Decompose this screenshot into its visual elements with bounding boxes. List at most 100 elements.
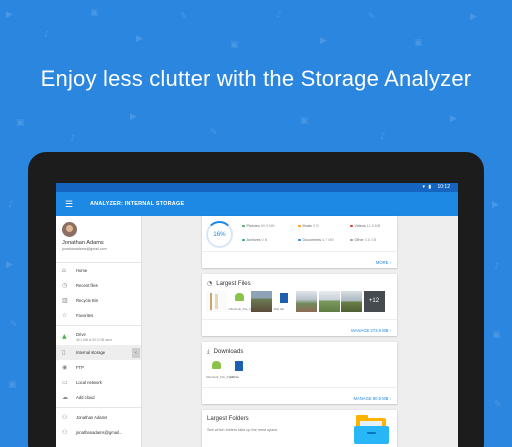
nav-item-label: FTP <box>76 365 84 370</box>
legend-item-documents[interactable]: Documents4.7 MB <box>298 238 334 242</box>
nav-item-label: Recent files <box>76 283 98 288</box>
photo-thumbnail[interactable] <box>318 291 340 312</box>
divider <box>56 407 141 408</box>
file-name: Skill.dat <box>273 306 285 311</box>
nav-item-label: Drive <box>76 331 86 337</box>
photo-thumbnail[interactable] <box>251 291 272 312</box>
hamburger-menu-icon[interactable]: ☰ <box>58 199 80 210</box>
nav-item-label: Jonathan Adams <box>76 415 108 420</box>
user-email: jonathanadams@gmail.com <box>62 247 107 251</box>
download-icon: ⤓ <box>207 348 210 355</box>
clock-icon: ◷ <box>62 282 68 289</box>
status-bar: ▾ ▮ 10:12 <box>56 183 458 192</box>
file-thumbnail[interactable]: Skill.dat <box>229 359 250 380</box>
storage-usage-ring: 16% <box>206 221 233 248</box>
nav-item-label: Local network <box>76 380 102 385</box>
file-thumbnail[interactable]: Skill.dat <box>274 291 295 312</box>
nav-item-account-name[interactable]: ⚇ Jonathan Adams <box>56 410 141 425</box>
legend-dot <box>350 224 353 228</box>
drawer-collapse-handle[interactable]: ‹ <box>132 348 140 358</box>
nav-item-internal-storage[interactable]: ▯ Internal storage ‹ <box>56 345 141 360</box>
file-thumbnail[interactable]: Oflexbuilt_File_6_218... <box>206 359 238 380</box>
legend-item-music[interactable]: Music0 B <box>298 224 319 228</box>
app-bar: ☰ ANALYZER: INTERNAL STORAGE <box>56 192 458 216</box>
manage-label: MANAGE 80.9 MB <box>353 396 389 401</box>
nav-item-account-email[interactable]: ⚇ jonathanadams@gmail... <box>56 425 141 440</box>
status-icons: ▾ ▮ <box>422 184 433 190</box>
app-screen: ▾ ▮ 10:12 ☰ ANALYZER: INTERNAL STORAGE J… <box>56 183 458 447</box>
nav-item-label: Internal storage <box>76 350 106 355</box>
legend-value: 69.9 MB <box>260 224 275 228</box>
storage-summary-card: 16% Pictures69.9 MB Music0 B Videos11.8 … <box>202 216 397 268</box>
legend-dot <box>350 238 353 242</box>
nav-item-add-cloud[interactable]: ☁ Add cloud <box>56 390 141 405</box>
downloads-card: ⤓ Downloads Oflexbuilt_File_6_218... Ski… <box>202 342 397 404</box>
chevron-right-icon: › <box>389 328 391 333</box>
downloads-thumbnails: Oflexbuilt_File_6_218... Skill.dat <box>206 359 251 380</box>
downloads-title: Downloads <box>213 349 244 355</box>
legend-value: 4.7 MB <box>322 238 334 242</box>
legend-dot <box>298 238 301 242</box>
nav-item-ftp[interactable]: ◉ FTP <box>56 360 141 375</box>
file-thumbnail[interactable] <box>206 291 227 312</box>
cloud-add-icon: ☁ <box>62 394 68 401</box>
divider <box>202 319 397 320</box>
manage-downloads-button[interactable]: MANAGE 80.9 MB › <box>354 396 392 401</box>
card-title: ◔ Largest Files <box>207 280 392 287</box>
largest-files-thumbnails: Oflexbuilt_File_6_218... Skill.dat +12 <box>206 291 386 312</box>
legend-label: Other <box>354 238 364 242</box>
avatar[interactable] <box>62 222 77 237</box>
divider <box>202 251 397 252</box>
navigation-drawer: Jonathan Adams jonathanadams@gmail.com ⌂… <box>56 216 142 447</box>
legend-dot <box>298 224 301 228</box>
manage-largest-files-button[interactable]: MANAGE 273.9 MB › <box>351 328 391 333</box>
largest-files-title: Largest Files <box>216 280 251 287</box>
folder-front <box>354 426 389 444</box>
nav-item-home[interactable]: ⌂ Home <box>56 263 141 278</box>
legend-value: 0 B <box>261 238 268 242</box>
legend-value: 3.6 GB <box>364 238 377 242</box>
account-icon: ⚇ <box>62 414 68 421</box>
ftp-icon: ◉ <box>62 364 68 371</box>
nav-item-favorites[interactable]: ☆ Favorites <box>56 308 141 323</box>
file-thumbnail[interactable]: Oflexbuilt_File_6_218... <box>229 291 260 312</box>
nav-item-drive[interactable]: ▲ Drive 46.1 MB of 30.0 GB used <box>56 328 141 345</box>
nav-item-label: Home <box>76 268 88 273</box>
promo-headline: Enjoy less clutter with the Storage Anal… <box>40 66 472 91</box>
android-icon <box>212 361 221 369</box>
photo-thumbnail[interactable] <box>341 291 362 312</box>
legend-item-other[interactable]: Other3.6 GB <box>350 238 376 242</box>
nav-item-recent-files[interactable]: ◷ Recent files <box>56 278 141 293</box>
largest-files-icon: ◔ <box>207 280 213 287</box>
trash-icon: ▥ <box>62 297 68 304</box>
chevron-right-icon: › <box>389 396 391 401</box>
home-icon: ⌂ <box>62 267 66 274</box>
phone-icon: ▯ <box>62 349 66 356</box>
photo-thumbnail[interactable] <box>296 291 317 312</box>
nav-item-recycle-bin[interactable]: ▥ Recycle Bin <box>56 293 141 308</box>
document-icon <box>234 361 243 371</box>
divider <box>202 387 397 388</box>
analyzer-content: 16% Pictures69.9 MB Music0 B Videos11.8 … <box>142 216 458 447</box>
chevron-right-icon: › <box>389 260 391 265</box>
drive-text: Drive 46.1 MB of 30.0 GB used <box>76 332 112 342</box>
android-icon <box>234 293 244 301</box>
nav-item-label: Add cloud <box>76 395 95 400</box>
file-name: Oflexbuilt_File_6_218... <box>206 374 238 379</box>
legend-value: 0 B <box>313 224 319 228</box>
legend-label: Archives <box>246 238 261 242</box>
more-button[interactable]: MORE › <box>376 260 391 265</box>
user-name: Jonathan Adams <box>62 240 104 246</box>
nav-item-label: jonathanadams@gmail... <box>76 430 123 435</box>
drive-icon: ▲ <box>62 333 67 340</box>
status-time: 10:12 <box>437 184 450 190</box>
legend-item-videos[interactable]: Videos11.8 MB <box>350 224 380 228</box>
account-icon: ⚇ <box>62 429 68 436</box>
photo-thumbnail[interactable]: +12 <box>363 291 385 312</box>
network-icon: ▭ <box>62 379 68 386</box>
legend-item-pictures[interactable]: Pictures69.9 MB <box>242 224 275 228</box>
more-files-count: +12 <box>363 291 385 312</box>
legend-item-archives[interactable]: Archives0 B <box>242 238 267 242</box>
nav-item-local-network[interactable]: ▭ Local network <box>56 375 141 390</box>
document-icon <box>279 293 288 303</box>
